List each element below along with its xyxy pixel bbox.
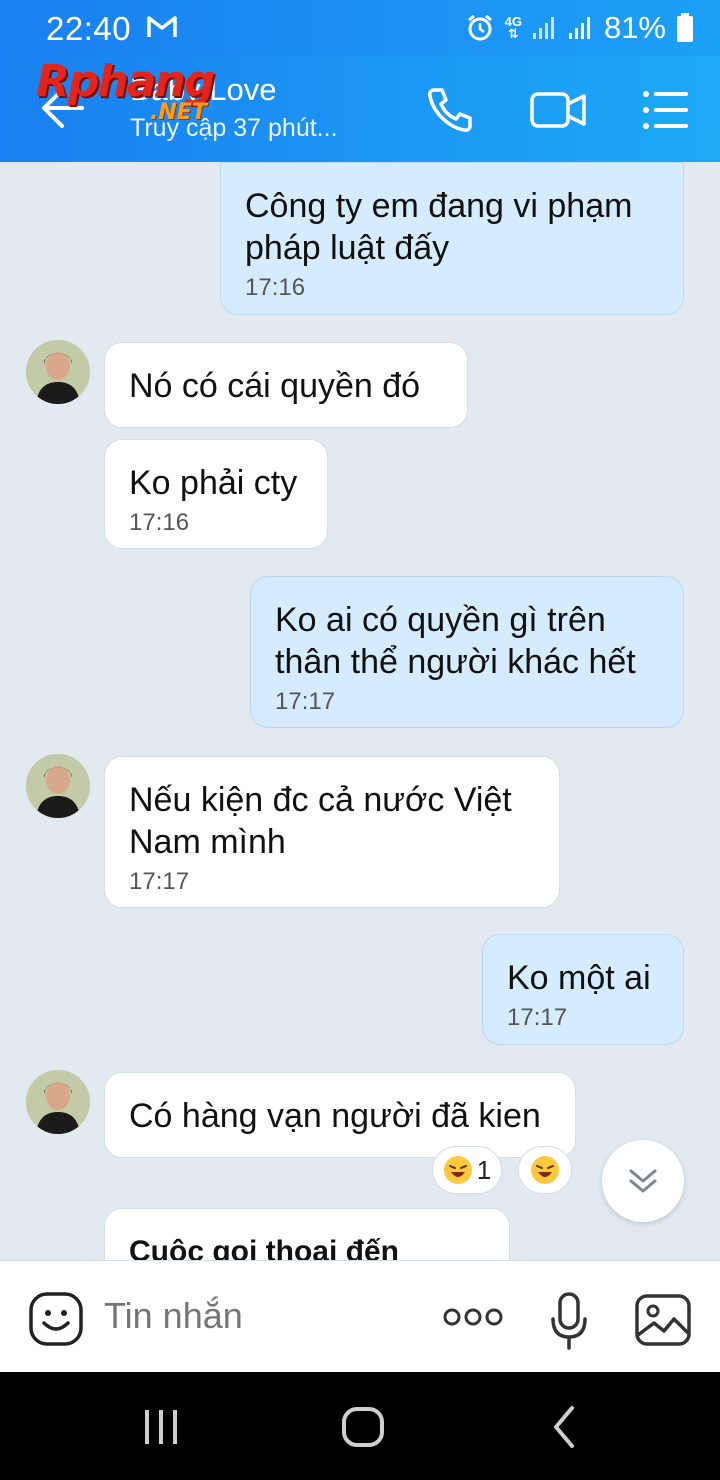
sticker-icon[interactable] (28, 1291, 84, 1347)
back-icon[interactable] (540, 1402, 590, 1452)
more-dots-icon[interactable] (442, 1305, 504, 1329)
message-text: thân thể người khác hết (275, 643, 636, 681)
battery-percent: 81% (603, 10, 666, 45)
battery-icon (677, 13, 693, 42)
recent-apps-icon[interactable] (136, 1402, 186, 1452)
message-time: 17:17 (507, 1004, 568, 1031)
avatar-photo (26, 754, 90, 818)
contact-avatar[interactable] (26, 340, 90, 404)
message-time: 17:16 (245, 274, 306, 301)
status-bar: 22:40 4G ⇅ 81% (0, 0, 720, 56)
message-text: Ko ai có quyền gì trên (275, 601, 606, 639)
status-indicators: 4G ⇅ 81% (465, 10, 694, 46)
status-time: 22:40 (46, 10, 132, 47)
message-text: Có hàng vạn người đã kien (129, 1097, 541, 1135)
video-camera-icon[interactable] (528, 80, 588, 140)
double-chevron-down-icon (629, 1169, 657, 1193)
message-bubble-outgoing[interactable]: Ko ai có quyền gì trên thân thể người kh… (250, 576, 684, 728)
message-time: 17:16 (129, 509, 190, 536)
message-time: 17:17 (129, 868, 190, 895)
laughing-emoji-icon (443, 1156, 472, 1184)
call-notification-text: Cuộc gọi thoại đến (129, 1235, 399, 1260)
home-icon[interactable] (338, 1402, 388, 1452)
chat-header: Baby Love Truy cập 37 phút... Rphang .NE… (0, 56, 720, 162)
message-text: pháp luật đấy (245, 229, 450, 267)
avatar-photo (26, 1070, 90, 1134)
message-text: Công ty em đang vi phạm (245, 187, 633, 225)
image-icon[interactable] (634, 1293, 692, 1347)
message-text: Ko phải cty (129, 464, 298, 502)
system-navigation-bar (0, 1372, 720, 1480)
laughing-emoji-icon (531, 1156, 559, 1184)
phone-icon[interactable] (420, 80, 480, 140)
network-type: 4G ⇅ (504, 14, 522, 41)
contact-avatar[interactable] (26, 1070, 90, 1134)
message-text: Nếu kiện đc cả nước Việt (129, 781, 512, 819)
avatar-photo (26, 340, 90, 404)
signal-icon (532, 17, 554, 39)
signal-icon (568, 17, 590, 39)
message-bubble-incoming[interactable]: Nếu kiện đc cả nước Việt Nam mình 17:17 (104, 756, 560, 908)
message-bubble-incoming[interactable]: Ko phải cty 17:16 (104, 439, 328, 549)
message-text: Nó có cái quyền đó (129, 367, 421, 405)
message-time: 17:17 (275, 688, 336, 715)
contact-avatar[interactable] (26, 754, 90, 818)
add-reaction-button[interactable] (518, 1146, 572, 1194)
reaction-count: 1 (476, 1154, 492, 1185)
contact-last-seen: Truy cập 37 phút... (130, 114, 338, 142)
chat-area[interactable]: Công ty em đang vi phạm pháp luật đấy 17… (0, 162, 720, 1260)
message-bubble-outgoing[interactable]: Ko một ai 17:17 (482, 934, 684, 1045)
message-text: Ko một ai (507, 959, 651, 997)
message-bubble-incoming[interactable]: Nó có cái quyền đó (104, 342, 468, 428)
gmail-icon (147, 16, 177, 37)
message-text: Nam mình (129, 823, 286, 861)
message-composer (0, 1260, 720, 1372)
microphone-icon[interactable] (548, 1291, 590, 1351)
contact-name[interactable]: Baby Love (130, 72, 277, 108)
back-arrow-icon[interactable] (38, 82, 88, 134)
menu-list-icon[interactable] (636, 80, 696, 140)
scroll-to-bottom-button[interactable] (602, 1140, 684, 1222)
call-notification-bubble[interactable]: Cuộc gọi thoại đến (104, 1208, 510, 1260)
alarm-icon (467, 14, 492, 41)
message-bubble-incoming[interactable]: Có hàng vạn người đã kien (104, 1072, 576, 1158)
reaction-badge[interactable]: 1 (432, 1146, 502, 1194)
message-bubble-outgoing[interactable]: Công ty em đang vi phạm pháp luật đấy 17… (220, 162, 684, 315)
message-input[interactable] (104, 1295, 404, 1337)
